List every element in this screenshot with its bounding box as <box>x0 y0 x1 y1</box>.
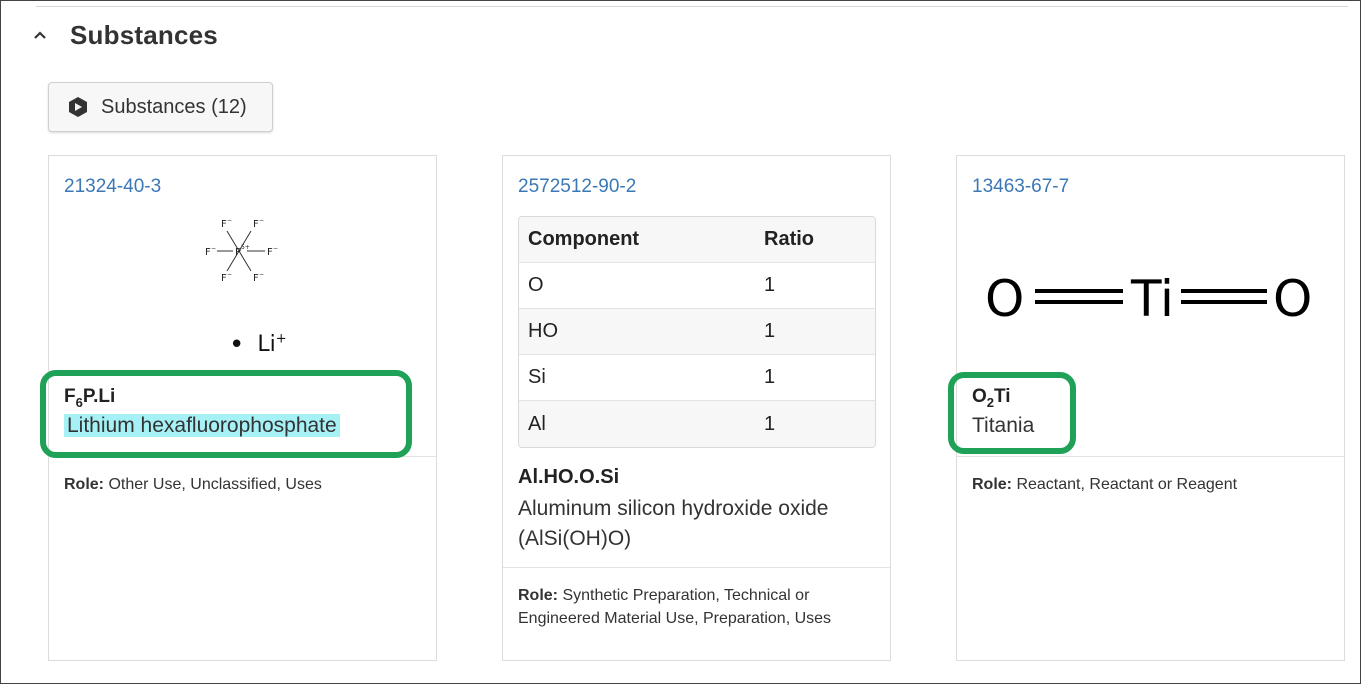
table-row: HO 1 <box>519 309 875 355</box>
section-header[interactable]: Substances <box>30 18 218 52</box>
svg-text:O: O <box>985 270 1024 328</box>
table-row: Si 1 <box>519 355 875 401</box>
annotation-box <box>948 372 1076 454</box>
svg-text:Ti: Ti <box>1130 270 1174 328</box>
role-text: Role: Synthetic Preparation, Technical o… <box>518 587 832 627</box>
role-text: Role: Other Use, Unclassified, Uses <box>64 476 322 493</box>
role-text: Role: Reactant, Reactant or Reagent <box>972 476 1238 493</box>
svg-text:−: − <box>211 245 216 252</box>
substance-card: 2572512-90-2 Component Ratio O 1 HO 1 Si… <box>502 155 891 661</box>
component-table: Component Ratio O 1 HO 1 Si 1 Al 1 <box>518 216 876 448</box>
svg-text:−: − <box>227 217 232 224</box>
substance-name: Aluminum silicon hydroxide oxide (AlSi(O… <box>518 497 829 550</box>
chevron-up-icon[interactable] <box>30 25 50 45</box>
svg-text:−: − <box>227 271 232 278</box>
chemical-structure-image: F − F − F − P 5+ F − F − F − <box>205 217 278 284</box>
cas-number-link[interactable]: 2572512-90-2 <box>518 176 636 198</box>
chemical-structure-image: O Ti O <box>985 270 1312 328</box>
svg-text:O: O <box>1273 270 1312 328</box>
cas-number-link[interactable]: 13463-67-7 <box>972 176 1069 198</box>
substance-hexagon-icon <box>69 97 87 117</box>
annotation-box <box>40 370 412 458</box>
counterion-label: • Li+ <box>229 330 287 360</box>
top-divider <box>36 6 1348 7</box>
table-row: O 1 <box>519 263 875 309</box>
card-divider <box>957 456 1344 457</box>
section-title: Substances <box>70 19 218 50</box>
column-header: Ratio <box>755 217 875 263</box>
substances-button[interactable]: Substances (12) <box>48 82 273 132</box>
card-divider <box>503 567 890 568</box>
svg-text:−: − <box>273 245 278 252</box>
svg-text:−: − <box>259 271 264 278</box>
substances-button-label: Substances (12) <box>101 95 247 118</box>
svg-text:−: − <box>259 217 264 224</box>
table-row: Al 1 <box>519 401 875 447</box>
cas-number-link[interactable]: 21324-40-3 <box>64 176 161 198</box>
molecular-formula: Al.HO.O.Si <box>518 466 620 488</box>
column-header: Component <box>519 217 755 263</box>
svg-text:5+: 5+ <box>241 244 250 251</box>
